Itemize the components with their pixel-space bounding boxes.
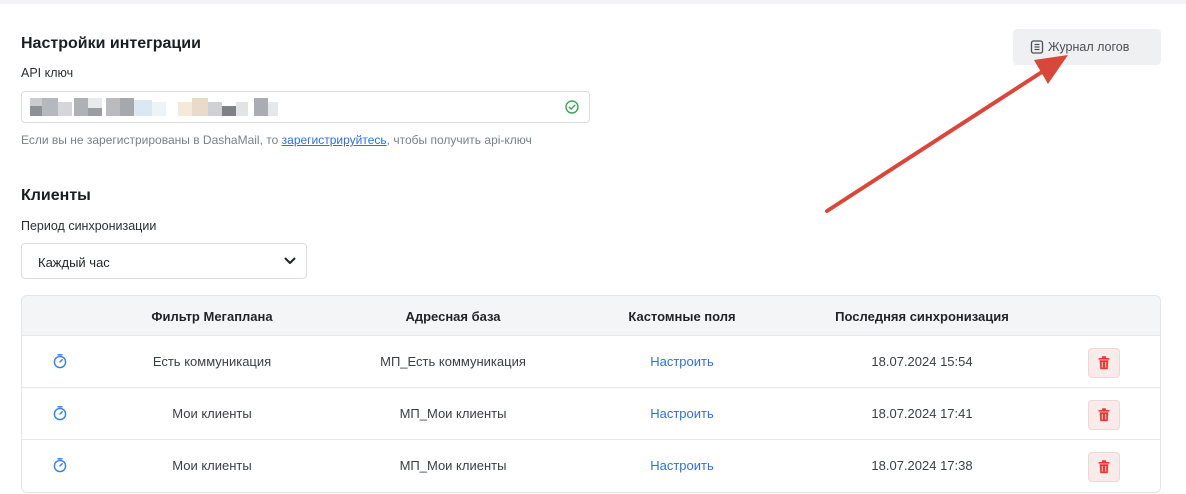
filter-cell: Мои клиенты	[172, 458, 252, 473]
last-sync-cell: 18.07.2024 15:54	[871, 354, 973, 369]
sync-period-select[interactable]: Каждый час	[21, 243, 307, 279]
col-header-filter: Фильтр Мегаплана	[151, 309, 273, 324]
stopwatch-icon[interactable]	[52, 457, 68, 473]
last-sync-cell: 18.07.2024 17:41	[871, 406, 973, 421]
clients-title: Клиенты	[21, 187, 91, 204]
trash-icon	[1098, 356, 1110, 370]
sync-period-value: Каждый час	[38, 255, 110, 270]
stopwatch-icon[interactable]	[52, 353, 68, 369]
logs-journal-label: Журнал логов	[1048, 40, 1130, 54]
stopwatch-icon[interactable]	[52, 405, 68, 421]
hint-text-prefix: Если вы не зарегистрированы в DashaMail,…	[21, 133, 282, 147]
col-header-last-sync: Последняя синхронизация	[835, 309, 1009, 324]
table-header: Фильтр Мегаплана Адресная база Кастомные…	[22, 296, 1160, 335]
top-divider	[0, 0, 1186, 4]
base-cell: МП_Мои клиенты	[399, 458, 507, 473]
log-journal-icon	[1030, 40, 1044, 54]
col-header-fields: Кастомные поля	[628, 309, 736, 324]
configure-link[interactable]: Настроить	[622, 354, 742, 369]
check-circle-icon	[565, 100, 579, 114]
col-header-base: Адресная база	[405, 309, 501, 324]
filter-cell: Есть коммуникация	[152, 354, 272, 369]
sync-period-label: Период синхронизации	[21, 219, 157, 233]
base-cell: МП_Есть коммуникация	[380, 354, 526, 369]
trash-icon	[1098, 460, 1110, 474]
table-row: Мои клиенты МП_Мои клиенты Настроить 18.…	[22, 439, 1160, 492]
base-cell: МП_Мои клиенты	[399, 406, 507, 421]
logs-journal-button[interactable]: Журнал логов	[1013, 29, 1161, 65]
last-sync-cell: 18.07.2024 17:38	[871, 458, 973, 473]
configure-link[interactable]: Настроить	[622, 458, 742, 473]
hint-text-suffix: , чтобы получить api-ключ	[386, 133, 532, 147]
table-row: Мои клиенты МП_Мои клиенты Настроить 18.…	[22, 387, 1160, 440]
clients-table: Фильтр Мегаплана Адресная база Кастомные…	[21, 295, 1161, 493]
api-key-label: API ключ	[21, 66, 74, 80]
trash-icon	[1098, 408, 1110, 422]
register-link[interactable]: зарегистрируйтесь	[282, 133, 387, 147]
delete-button[interactable]	[1088, 400, 1120, 430]
delete-button[interactable]	[1088, 348, 1120, 378]
delete-button[interactable]	[1088, 452, 1120, 482]
api-key-hint: Если вы не зарегистрированы в DashaMail,…	[21, 133, 601, 147]
chevron-down-icon	[284, 257, 296, 264]
integration-settings-title: Настройки интеграции	[21, 35, 201, 52]
configure-link[interactable]: Настроить	[622, 406, 742, 421]
api-key-field[interactable]	[21, 91, 590, 123]
filter-cell: Мои клиенты	[172, 406, 252, 421]
table-row: Есть коммуникация МП_Есть коммуникация Н…	[22, 335, 1160, 388]
